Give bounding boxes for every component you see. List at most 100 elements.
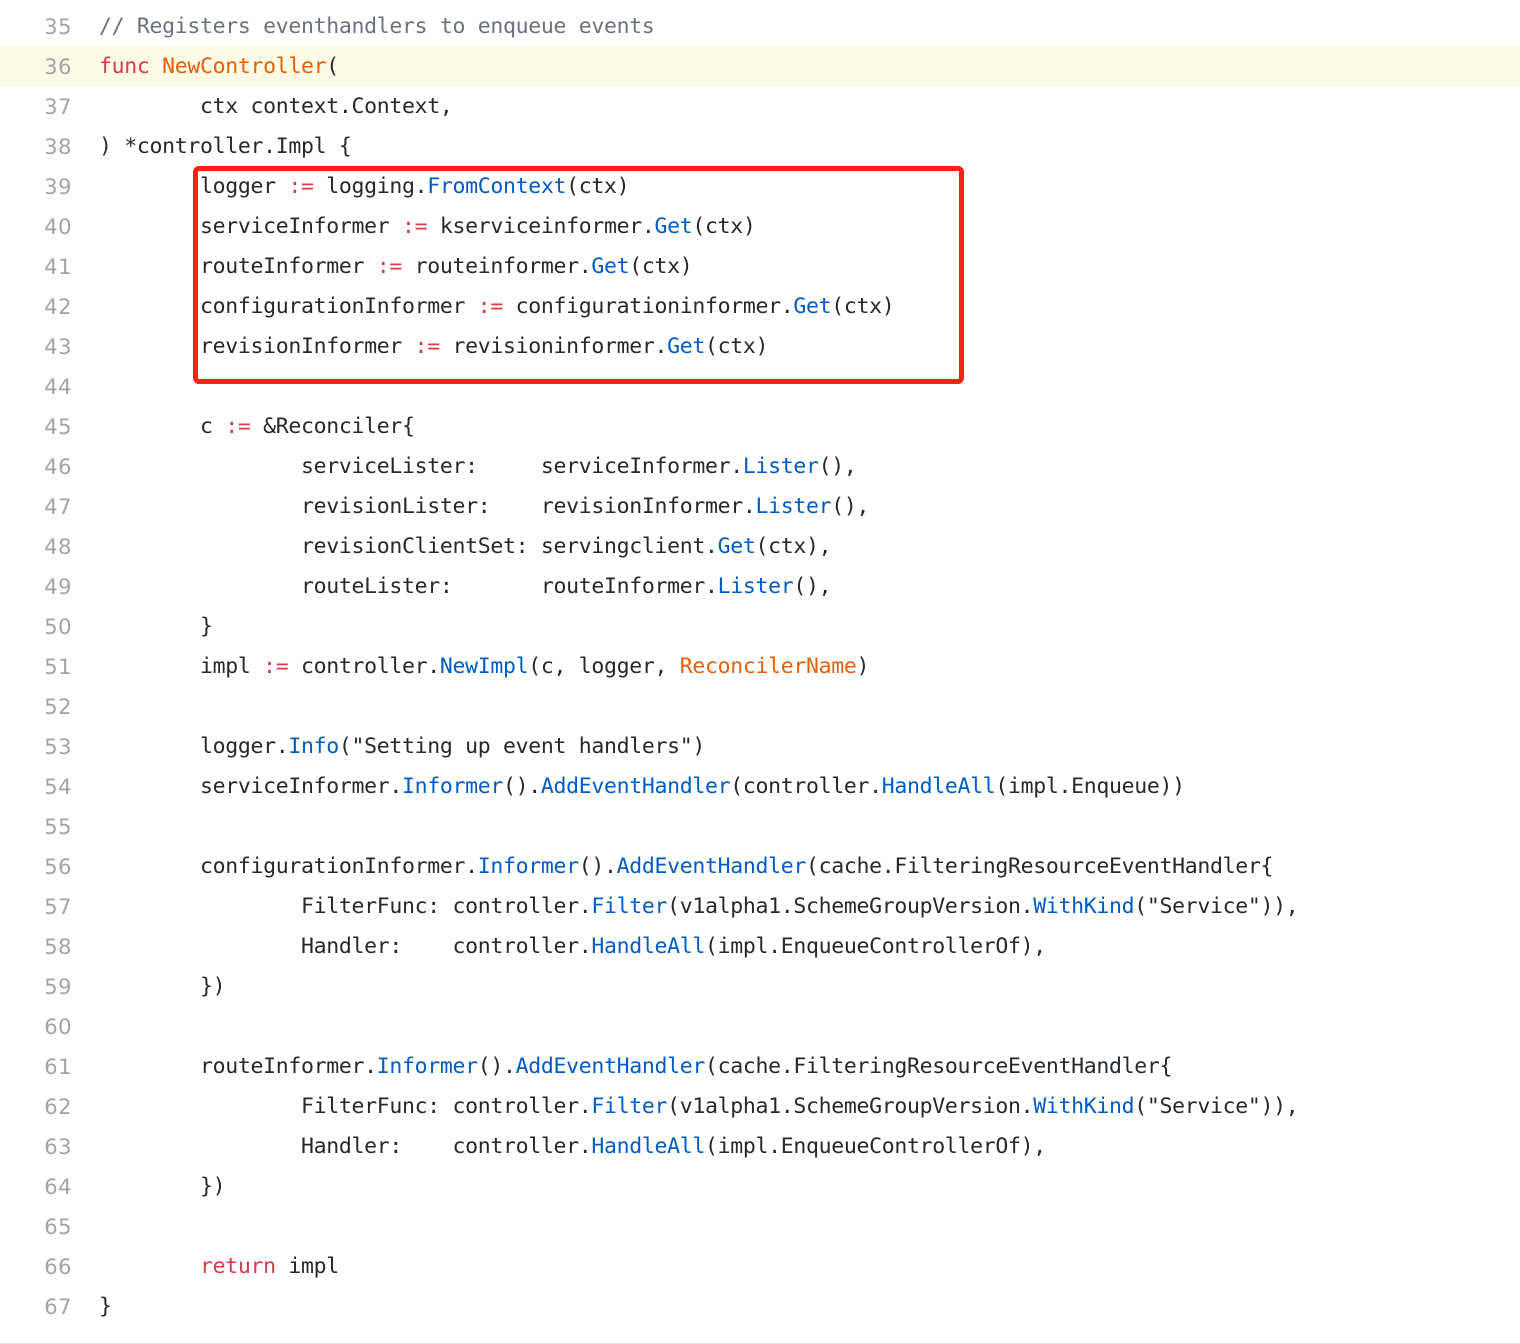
code-line-content: serviceLister: serviceInformer.Lister(),: [99, 447, 857, 487]
code-line[interactable]: 64 }): [0, 1167, 1520, 1207]
code-line[interactable]: 48 revisionClientSet: servingclient.Get(…: [0, 527, 1520, 567]
code-line[interactable]: 63 Handler: controller.HandleAll(impl.En…: [0, 1127, 1520, 1167]
code-token: AddEventHandler: [515, 1054, 706, 1079]
code-line-content: logger.Info("Setting up event handlers"): [99, 727, 705, 767]
code-line[interactable]: 46 serviceLister: serviceInformer.Lister…: [0, 447, 1520, 487]
code-token: (v1alpha1.SchemeGroupVersion.: [667, 1094, 1034, 1119]
code-line[interactable]: 66 return impl: [0, 1247, 1520, 1287]
code-line-content: Handler: controller.HandleAll(impl.Enque…: [99, 1127, 1046, 1167]
code-token: ctx context.Context,: [99, 94, 453, 119]
code-token: :=: [477, 294, 504, 319]
code-line[interactable]: 38) *controller.Impl {: [0, 127, 1520, 167]
code-line[interactable]: 58 Handler: controller.HandleAll(impl.En…: [0, 927, 1520, 967]
code-line[interactable]: 61 routeInformer.Informer().AddEventHand…: [0, 1047, 1520, 1087]
line-number: 39: [44, 175, 72, 199]
code-token: (cache.FilteringResourceEventHandler{: [805, 854, 1274, 879]
code-line[interactable]: 65: [0, 1207, 1520, 1247]
code-line[interactable]: 37 ctx context.Context,: [0, 87, 1520, 127]
code-line[interactable]: 53 logger.Info("Setting up event handler…: [0, 727, 1520, 767]
code-token: (ctx): [629, 254, 693, 279]
code-token: Info: [288, 734, 339, 759]
code-token: ().: [477, 1054, 516, 1079]
code-line[interactable]: 51 impl := controller.NewImpl(c, logger,…: [0, 647, 1520, 687]
code-line-content: impl := controller.NewImpl(c, logger, Re…: [99, 647, 869, 687]
code-line[interactable]: 62 FilterFunc: controller.Filter(v1alpha…: [0, 1087, 1520, 1127]
code-line[interactable]: 54 serviceInformer.Informer().AddEventHa…: [0, 767, 1520, 807]
code-line-content: }): [99, 967, 226, 1007]
code-token: :=: [225, 414, 251, 439]
code-token: Get: [667, 334, 705, 359]
code-viewer[interactable]: 35 // Registers eventhandlers to enqueue …: [0, 0, 1520, 1344]
line-number: 51: [44, 655, 72, 679]
code-line[interactable]: 44: [0, 367, 1520, 407]
code-token: revisioninformer.: [439, 334, 668, 359]
code-line-content: revisionLister: revisionInformer.Lister(…: [99, 487, 869, 527]
code-line-content: routeInformer := routeinformer.Get(ctx): [99, 247, 693, 287]
code-token: Handler: controller.: [99, 934, 592, 959]
line-number: 49: [44, 575, 72, 599]
code-token: Handler: controller.: [99, 1134, 592, 1159]
code-token: (c, logger,: [528, 654, 680, 679]
code-line[interactable]: 47 revisionLister: revisionInformer.List…: [0, 487, 1520, 527]
line-number: 61: [44, 1055, 72, 1079]
line-number: 67: [44, 1295, 72, 1319]
code-line[interactable]: 67}: [0, 1287, 1520, 1327]
code-token: (impl.EnqueueControllerOf),: [704, 934, 1046, 959]
code-line[interactable]: 35 // Registers eventhandlers to enqueue …: [0, 7, 1520, 47]
code-token: NewImpl: [439, 654, 529, 679]
line-number: 57: [44, 895, 72, 919]
code-line-content: FilterFunc: controller.Filter(v1alpha1.S…: [99, 887, 1299, 927]
code-line[interactable]: 41 routeInformer := routeinformer.Get(ct…: [0, 247, 1520, 287]
code-token: Get: [591, 254, 630, 279]
code-line[interactable]: 45 c := &Reconciler{: [0, 407, 1520, 447]
code-token: HandleAll: [881, 774, 996, 799]
line-number: 53: [44, 735, 72, 759]
code-token: }: [99, 614, 213, 639]
code-token: FromContext: [427, 174, 567, 199]
code-line[interactable]: 40 serviceInformer := kserviceinformer.G…: [0, 207, 1520, 247]
line-number: 37: [44, 95, 72, 119]
code-line[interactable]: 59 }): [0, 967, 1520, 1007]
line-number: 58: [44, 935, 72, 959]
code-token: // Registers eventhandlers to enqueue ev…: [99, 14, 655, 39]
line-number: 64: [44, 1175, 72, 1199]
code-token: &Reconciler{: [250, 414, 415, 439]
code-line-content: }: [99, 607, 213, 647]
code-line-content: serviceInformer := kserviceinformer.Get(…: [99, 207, 756, 247]
code-token: ().: [502, 774, 541, 799]
line-number: 65: [44, 1215, 72, 1239]
code-token: logging.: [313, 174, 428, 199]
code-line[interactable]: 39 logger := logging.FromContext(ctx): [0, 167, 1520, 207]
code-token: Lister: [742, 454, 819, 479]
code-token: (ctx),: [755, 534, 832, 559]
code-token: :=: [401, 214, 428, 239]
code-token: configurationinformer.: [502, 294, 794, 319]
code-token: }: [99, 1294, 112, 1319]
code-line[interactable]: 55: [0, 807, 1520, 847]
code-line[interactable]: 43 revisionInformer := revisioninformer.…: [0, 327, 1520, 367]
code-line[interactable]: 60: [0, 1007, 1520, 1047]
code-line-content: Handler: controller.HandleAll(impl.Enque…: [99, 927, 1046, 967]
code-line[interactable]: 36 func NewController(: [0, 47, 1520, 87]
code-line-content: }: [99, 1287, 112, 1327]
code-line[interactable]: 52: [0, 687, 1520, 727]
code-line[interactable]: 50 }: [0, 607, 1520, 647]
code-token: WithKind: [1033, 1094, 1135, 1119]
code-token: serviceInformer: [99, 214, 402, 239]
code-token: FilterFunc: controller.: [99, 894, 592, 919]
code-line[interactable]: 56 configurationInformer.Informer().AddE…: [0, 847, 1520, 887]
line-number: 54: [44, 775, 72, 799]
line-number: 36: [44, 55, 72, 79]
code-token: configurationInformer.: [99, 854, 478, 879]
line-number: 46: [44, 455, 72, 479]
code-line[interactable]: 49 routeLister: routeInformer.Lister(),: [0, 567, 1520, 607]
code-token: routeLister: routeInformer.: [99, 574, 718, 599]
code-line[interactable]: 57 FilterFunc: controller.Filter(v1alpha…: [0, 887, 1520, 927]
code-line-content: serviceInformer.Informer().AddEventHandl…: [99, 767, 1185, 807]
code-line[interactable]: 42 configurationInformer := configuratio…: [0, 287, 1520, 327]
line-number: 35: [44, 15, 72, 39]
code-token: HandleAll: [591, 934, 705, 959]
code-token: Filter: [591, 894, 668, 919]
code-line-content: routeLister: routeInformer.Lister(),: [99, 567, 832, 607]
code-token: }): [99, 974, 226, 999]
